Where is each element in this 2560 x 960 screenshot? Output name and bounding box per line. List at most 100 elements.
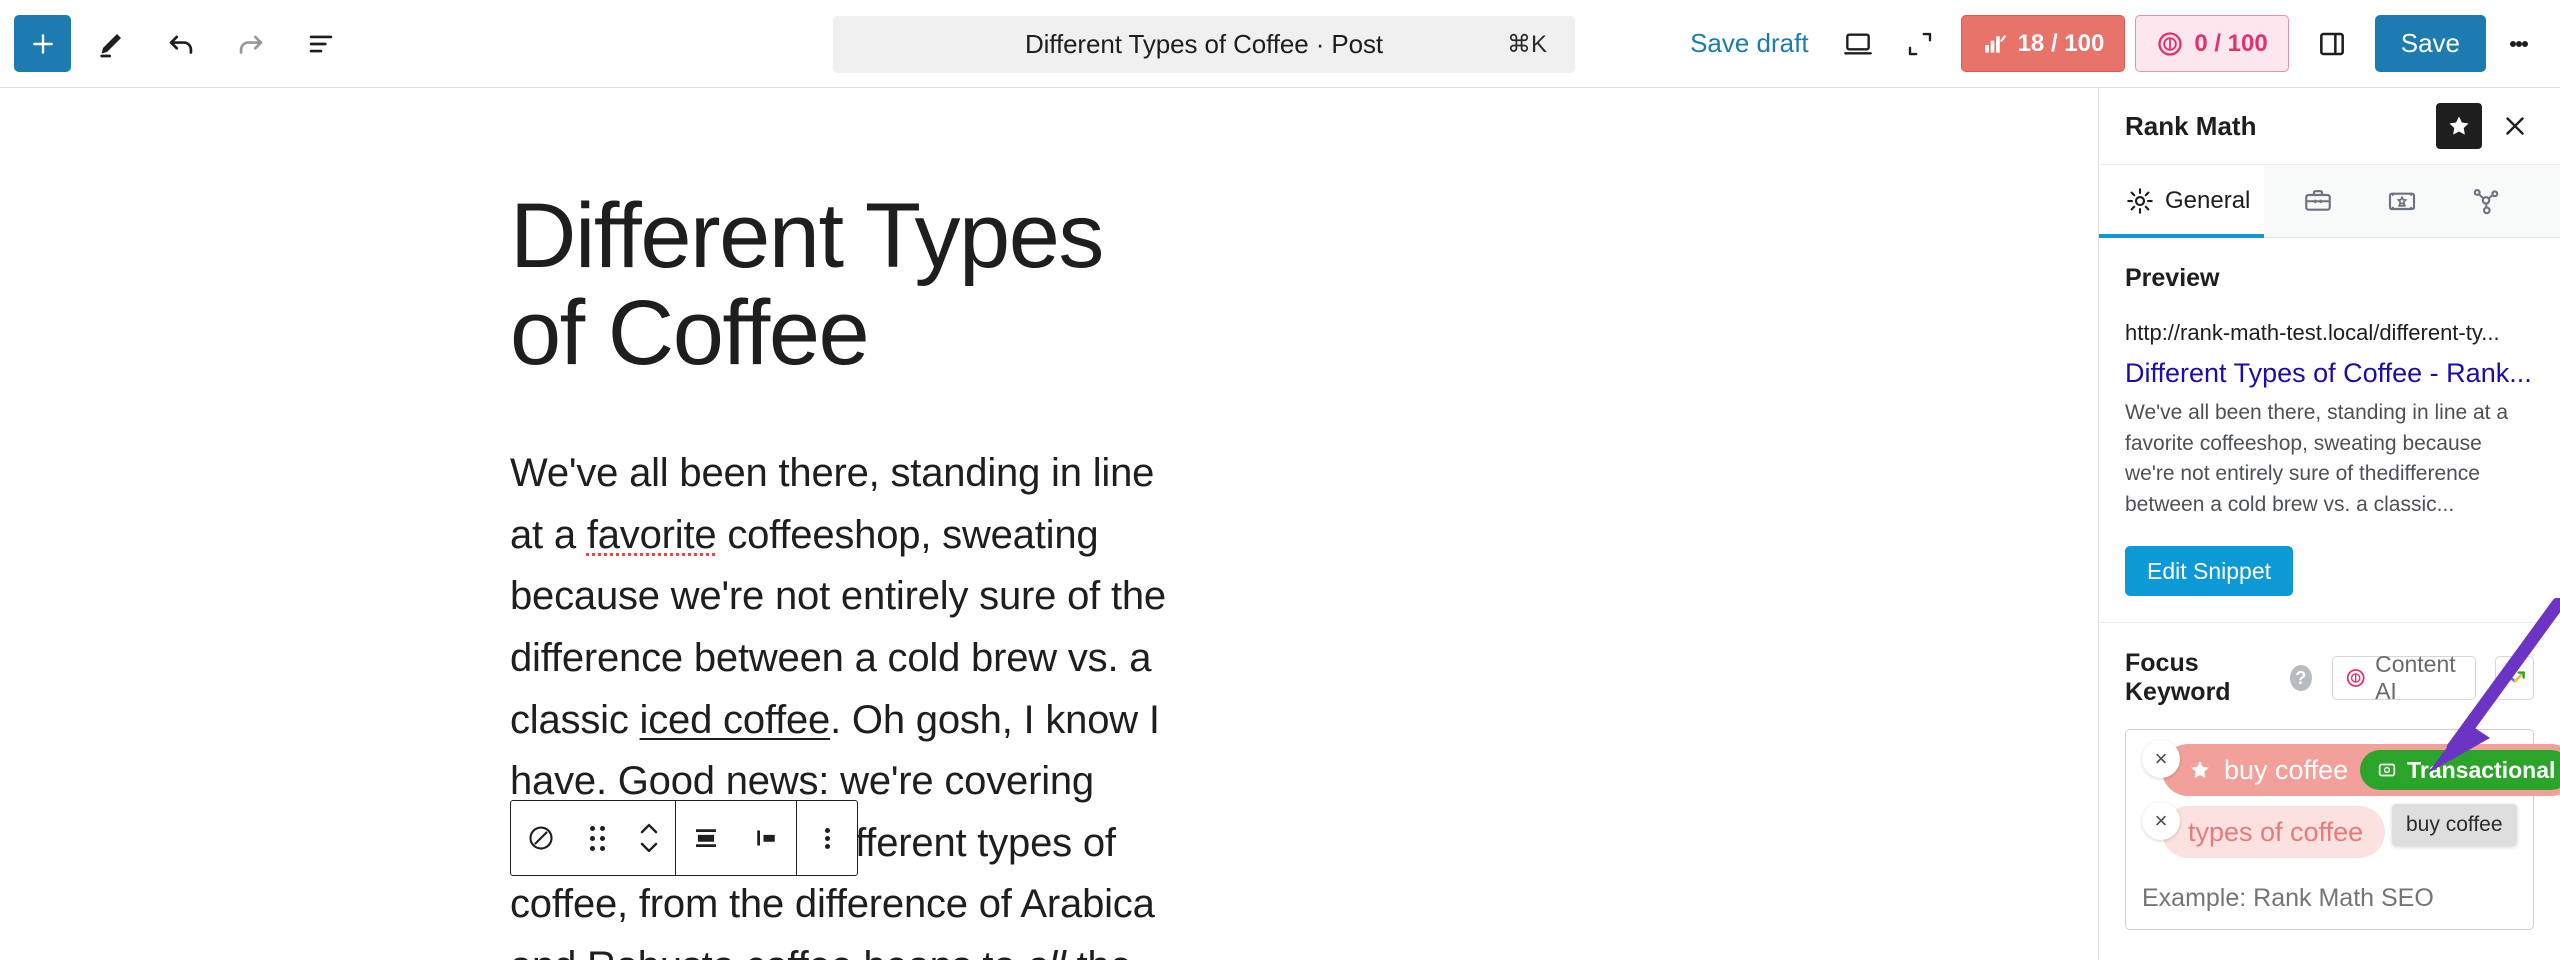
preview-button[interactable] [1827,13,1889,75]
sidebar-tabs: General [2099,164,2560,238]
sidebar-title: Rank Math [2125,110,2257,141]
briefcase-icon [2305,190,2332,211]
toolbar-left-group [0,14,351,74]
tab-social[interactable] [2456,165,2516,237]
redo-button[interactable] [221,14,281,74]
document-outline-icon [309,35,333,52]
focus-keyword-input[interactable] [2142,884,2517,914]
align-text-icon [696,829,716,847]
tab-general-label: General [2165,187,2251,214]
block-type-button[interactable] [511,801,571,875]
tools-pencil-button[interactable] [81,14,141,74]
search-intent-badge: Transactional [2360,750,2560,791]
trending-up-icon [2504,671,2525,685]
remove-keyword-button[interactable]: × [2142,740,2180,779]
redo-icon [239,35,263,54]
star-icon [2191,761,2209,779]
focus-keyword-header: Focus Keyword ? Content AI [2125,649,2534,707]
editor-options-button[interactable] [2492,13,2546,75]
content-ai-icon [2346,669,2365,687]
justify-button[interactable] [736,801,796,875]
command-palette-bar[interactable]: Different Types of Coffee · Post ⌘K [833,16,1575,73]
remove-keyword-button[interactable]: × [2142,802,2180,841]
content-ai-icon [2158,31,2182,56]
justify-icon [757,830,775,846]
google-trends-button[interactable] [2495,656,2534,701]
kebab-dot [2522,40,2528,47]
money-icon [2378,763,2396,777]
keyword-row-secondary: × types of coffee buy coffee [2142,802,2517,859]
help-icon[interactable]: ? [2290,665,2312,692]
close-sidebar-button[interactable] [2492,103,2538,149]
block-toolbar-left-group [511,801,675,875]
more-options-icon [824,825,830,852]
inline-link[interactable]: iced coffee [640,698,831,742]
star-icon [2449,116,2469,135]
move-up-down-icon [640,823,658,853]
fullscreen-icon [1908,32,1931,55]
fullscreen-button[interactable] [1889,13,1951,75]
seo-score-badge[interactable]: 18 / 100 [1960,15,2126,72]
content-ai-label: Content AI [2375,651,2456,705]
keyword-row-primary: × buy coffee Transactional [2142,740,2560,797]
editor-canvas[interactable]: Different Types of Coffee We've all been… [0,88,2098,960]
snippet-title[interactable]: Different Types of Coffee - Rank... [2125,357,2534,391]
sidebar-header: Rank Math [2099,88,2560,164]
tab-schema[interactable] [2372,165,2432,237]
snippet-url: http://rank-math-test.local/different-ty… [2125,320,2500,345]
wordpress-block-editor: Different Types of Coffee · Post ⌘K Save… [0,0,2560,960]
tab-advanced[interactable] [2288,165,2348,237]
focus-keyword-input-box[interactable]: × buy coffee Transactional × types of co… [2125,729,2560,931]
keyword-text: buy coffee [2224,754,2349,785]
add-block-button[interactable] [14,15,71,72]
device-preview-icon [1843,32,1872,55]
gear-icon [2127,188,2153,214]
align-text-button[interactable] [676,801,736,875]
seo-bars-icon [1984,34,2006,53]
content-ai-score-badge[interactable]: 0 / 100 [2135,15,2289,72]
block-toolbar-align-group [676,801,796,875]
focus-keyword-heading: Focus Keyword [2125,649,2231,707]
focus-keyword-section: Focus Keyword ? Content AI × buy coffee … [2099,623,2560,956]
keyword-drag-tooltip: buy coffee [2392,804,2517,847]
close-icon [2506,117,2524,135]
edit-snippet-button[interactable]: Edit Snippet [2125,546,2294,597]
seo-score-value: 18 / 100 [2017,29,2105,57]
snippet-description: We've all been there, standing in line a… [2125,401,2509,516]
undo-icon [169,35,193,54]
sidebar-toggle-icon [2319,32,2344,55]
schema-icon [2389,192,2416,211]
preview-heading: Preview [2125,264,2220,292]
document-list-view-button[interactable] [291,14,351,74]
drag-handle-button[interactable] [571,801,623,875]
drag-handle-icon [589,825,605,851]
move-block-button[interactable] [623,801,675,875]
keyword-chip-primary[interactable]: buy coffee Transactional [2162,744,2560,797]
pin-sidebar-button[interactable] [2436,103,2482,149]
save-draft-button[interactable]: Save draft [1672,28,1827,59]
block-more-options-button[interactable] [797,801,857,875]
social-share-icon [2474,188,2499,215]
tab-general[interactable]: General [2099,165,2265,238]
command-palette-title: Different Types of Coffee · Post [1024,29,1384,59]
block-toolbar [510,800,858,876]
command-palette-shortcut: ⌘K [1506,31,1547,58]
paragraph-block-icon [529,826,553,850]
keyword-chip-secondary[interactable]: types of coffee [2162,806,2386,859]
toolbar-right-group: Save draft 18 / 100 0 / 100 Save [1672,13,2560,75]
search-intent-label: Transactional [2407,756,2556,783]
italic-word: all [1026,944,1066,960]
plus-icon [32,33,53,54]
editor-top-toolbar: Different Types of Coffee · Post ⌘K Save… [0,0,2560,88]
settings-sidebar-toggle[interactable] [2301,13,2363,75]
keyword-text: types of coffee [2188,816,2364,847]
post-title[interactable]: Different Types of Coffee [510,188,1180,381]
post-paragraph-block[interactable]: We've all been there, standing in line a… [510,443,1180,960]
content-ai-score-value: 0 / 100 [2194,29,2268,57]
misspelled-word: favorite [586,512,717,557]
undo-button[interactable] [151,14,211,74]
pencil-icon [100,33,121,57]
rank-math-sidebar: Rank Math General Preview http://rank-ma… [2098,88,2560,960]
content-ai-button[interactable]: Content AI [2331,651,2477,704]
save-button[interactable]: Save [2374,15,2486,72]
